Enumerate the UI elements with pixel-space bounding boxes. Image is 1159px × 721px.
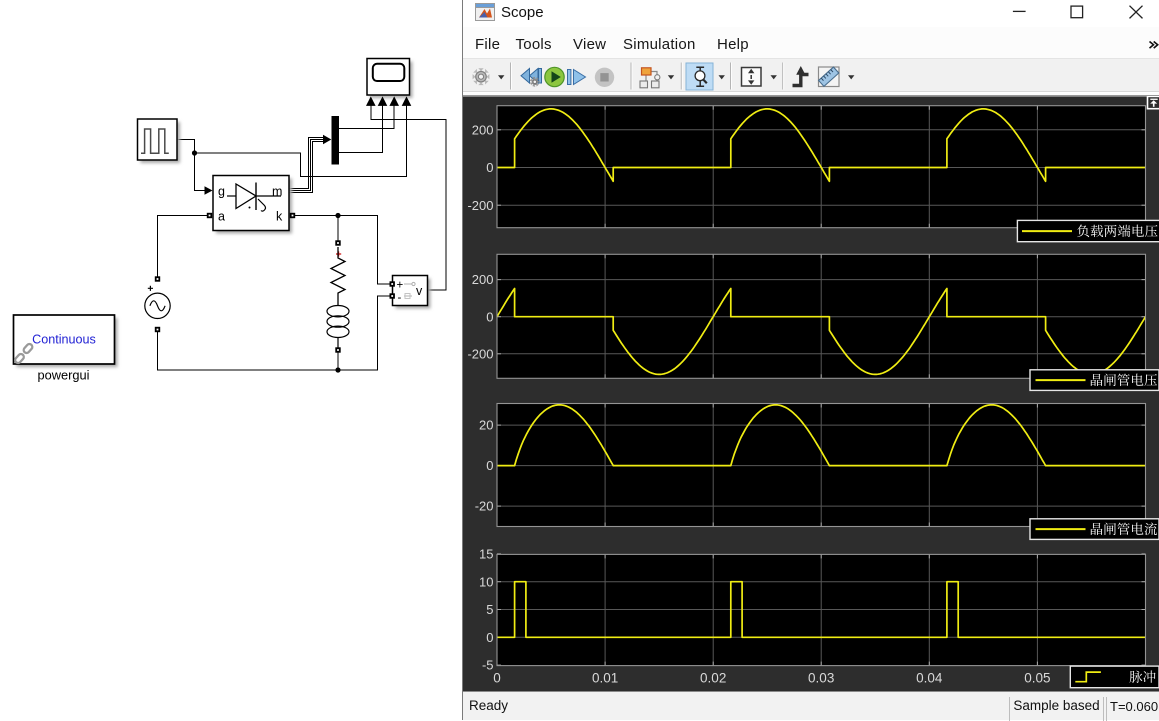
svg-text:0.01: 0.01 — [592, 671, 618, 686]
svg-text:-: - — [398, 292, 402, 304]
svg-text:0: 0 — [493, 671, 501, 686]
svg-text:a: a — [218, 210, 225, 224]
svg-text:0: 0 — [486, 630, 493, 645]
svg-text:+: + — [397, 280, 404, 292]
svg-text:0: 0 — [486, 458, 493, 473]
svg-text:powergui: powergui — [38, 368, 90, 383]
svg-text:-5: -5 — [482, 658, 494, 673]
svg-text:-200: -200 — [467, 198, 493, 213]
svg-text:0: 0 — [486, 160, 493, 175]
svg-text:20: 20 — [479, 418, 493, 433]
svg-text:15: 15 — [479, 547, 493, 562]
svg-text:0.03: 0.03 — [808, 671, 834, 686]
svg-text:0.02: 0.02 — [700, 671, 726, 686]
svg-text:g: g — [218, 185, 225, 199]
svg-text:Continuous: Continuous — [32, 333, 96, 347]
svg-text:10: 10 — [479, 574, 493, 589]
svg-text:0: 0 — [486, 309, 493, 324]
svg-text:0.04: 0.04 — [916, 671, 943, 686]
svg-text:m: m — [272, 185, 282, 199]
svg-text:k: k — [276, 210, 283, 224]
svg-text:5: 5 — [486, 602, 493, 617]
svg-text:200: 200 — [472, 272, 494, 287]
svg-text:-200: -200 — [467, 346, 493, 361]
svg-text:200: 200 — [472, 122, 494, 137]
svg-text:0.05: 0.05 — [1024, 671, 1050, 686]
svg-text:-20: -20 — [475, 499, 494, 514]
svg-text:v: v — [416, 284, 423, 298]
